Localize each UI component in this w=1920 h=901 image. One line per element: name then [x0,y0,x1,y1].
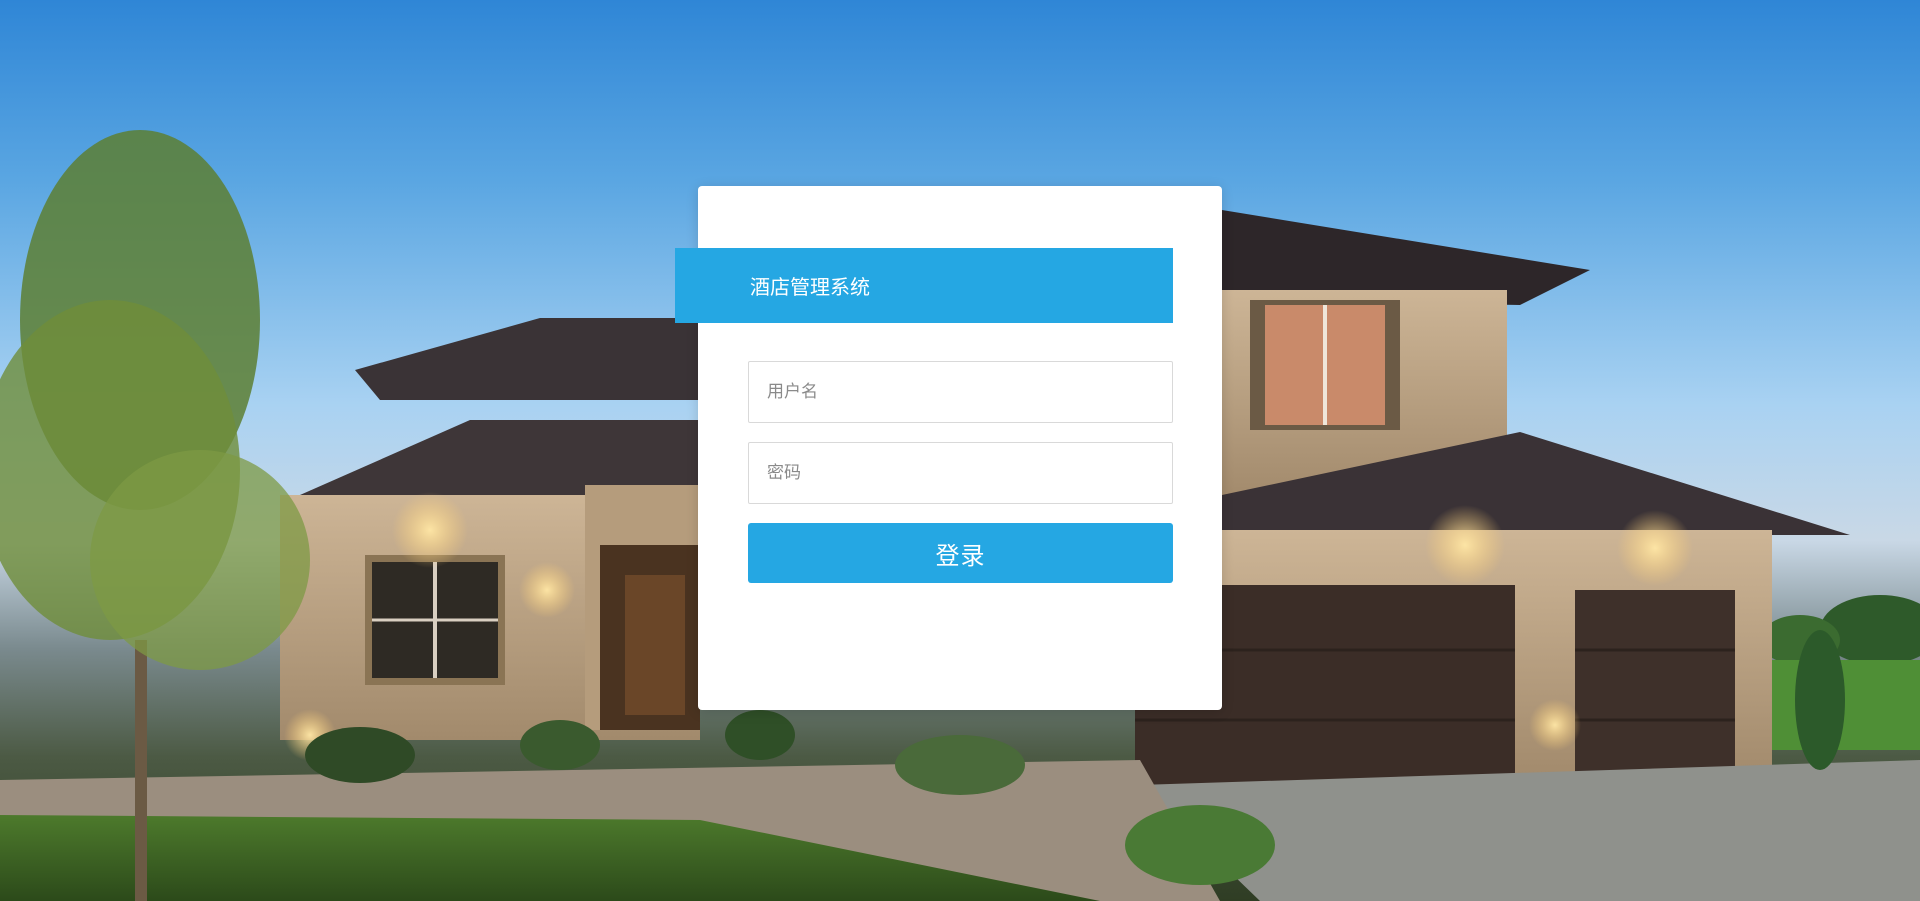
system-title-bar: 酒店管理系统 [675,248,1173,323]
system-title: 酒店管理系统 [750,275,870,299]
login-page: 酒店管理系统 登录 [0,0,1920,901]
password-input[interactable] [748,442,1173,504]
login-button[interactable]: 登录 [748,523,1173,583]
username-input[interactable] [748,361,1173,423]
